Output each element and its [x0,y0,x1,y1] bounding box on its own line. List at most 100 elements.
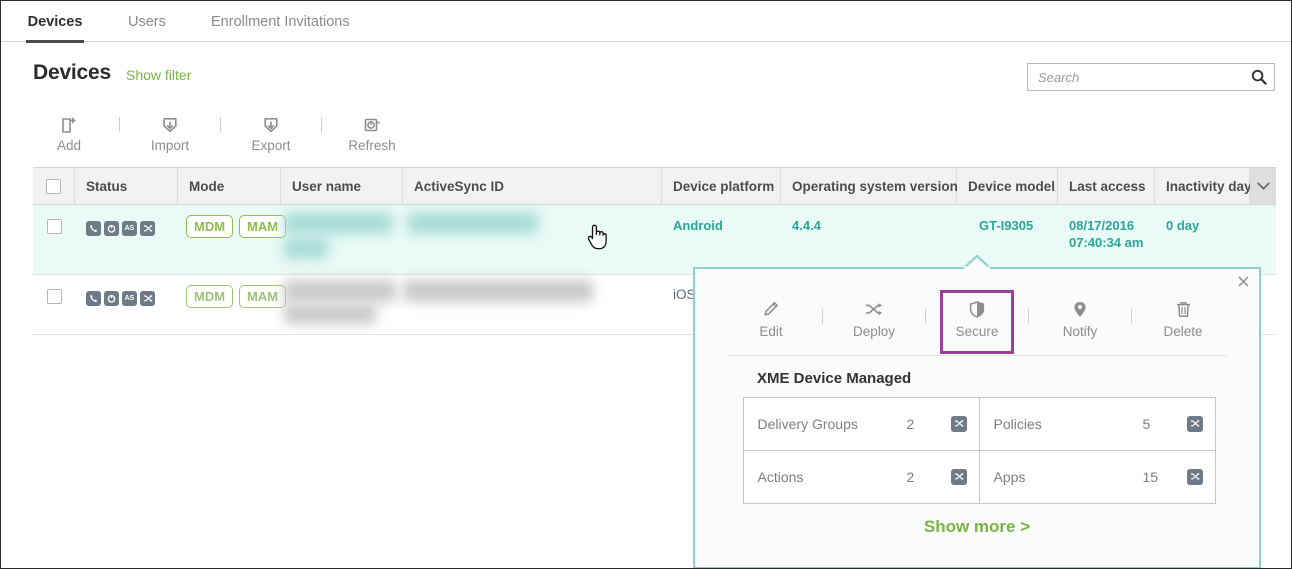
shuffle-icon [865,299,883,319]
status-icon-group: AS [86,219,155,236]
mode-badge-group: MDM MAM [186,285,286,308]
export-button[interactable]: Export [235,115,307,153]
row-checkbox[interactable] [47,289,62,304]
select-all-checkbox[interactable] [46,179,61,194]
card-label: Apps [994,469,1143,485]
column-header-last-access[interactable]: Last access [1058,168,1155,204]
tab-enrollment-invitations[interactable]: Enrollment Invitations [209,1,352,42]
card-label: Actions [758,469,907,485]
shuffle-icon [1187,416,1203,432]
last-access-time: 07:40:34 am [1069,234,1143,251]
card-apps[interactable]: Apps 15 [979,450,1216,504]
search-input[interactable] [1028,64,1244,90]
delete-button[interactable]: Delete [1149,293,1217,339]
popover-separator [822,309,823,324]
column-label: Device platform [673,179,774,194]
cell-last-access: 08/17/2016 07:40:34 am [1058,205,1155,274]
actions-toolbar: Add Import Export [33,115,408,159]
mode-badge-mdm: MDM [186,285,233,308]
column-header-status[interactable]: Status [75,168,178,204]
edit-button-label: Edit [759,324,782,339]
as-icon: AS [122,291,137,306]
column-label: Device model [968,179,1055,194]
devices-page: Devices Users Enrollment Invitations Dev… [0,0,1292,569]
shuffle-icon [1187,469,1203,485]
refresh-button[interactable]: Refresh [336,115,408,153]
show-more-link[interactable]: Show more > [695,517,1259,537]
tab-users[interactable]: Users [126,1,168,42]
row-select-cell[interactable] [33,205,75,274]
popover-close-button[interactable] [1234,272,1252,290]
popover-separator [1131,309,1132,324]
search-button[interactable] [1244,64,1274,90]
edit-button[interactable]: Edit [737,293,805,339]
popover-arrow [964,255,990,269]
card-label: Policies [994,416,1143,432]
cell-user-name [281,205,403,274]
column-header-device-platform[interactable]: Device platform [662,168,781,204]
page-title: Devices [33,61,111,85]
card-count: 2 [907,416,951,432]
popover-separator [925,309,926,324]
card-delivery-groups[interactable]: Delivery Groups 2 [743,397,980,451]
column-header-device-model[interactable]: Device model [957,168,1058,204]
column-header-os-version[interactable]: Operating system version [781,168,957,204]
column-chooser-button[interactable] [1250,168,1276,204]
cell-activesync-id [403,275,662,334]
column-label: Operating system version [792,179,958,194]
column-header-activesync-id[interactable]: ActiveSync ID [403,168,662,204]
shuffle-icon [140,291,155,306]
toolbar-separator [220,117,221,132]
import-icon [162,115,178,135]
add-button[interactable]: Add [33,115,105,153]
popover-separator [1028,309,1029,324]
refresh-button-label: Refresh [348,138,395,153]
column-label: Inactivity days [1166,179,1259,194]
column-header-inactivity-days[interactable]: Inactivity days [1155,168,1250,204]
redacted-activesync-id [408,212,538,234]
column-header-mode[interactable]: Mode [178,168,281,204]
shuffle-icon [951,469,967,485]
card-count: 15 [1143,469,1187,485]
import-button[interactable]: Import [134,115,206,153]
row-select-cell[interactable] [33,275,75,334]
popover-summary-cards: Delivery Groups 2 Policies 5 Actions 2 [743,397,1215,503]
card-policies[interactable]: Policies 5 [979,397,1216,451]
show-filter-link[interactable]: Show filter [126,67,191,83]
redacted-user-name-2 [284,237,328,259]
import-button-label: Import [151,138,189,153]
mode-badge-group: MDM MAM [186,215,286,238]
table-row[interactable]: AS MDM MAM Android 4.4.4 [33,205,1276,275]
shuffle-icon [140,221,155,236]
redacted-activesync-id [403,280,593,302]
mode-badge-mdm: MDM [186,215,233,238]
phone-icon [86,221,101,236]
select-all-header[interactable] [33,168,75,204]
add-button-label: Add [57,138,81,153]
tab-devices[interactable]: Devices [26,1,84,42]
cell-status: AS [75,275,178,334]
device-details-popover: Edit Deploy [693,267,1261,569]
column-label: Status [86,179,127,194]
row-checkbox[interactable] [47,219,62,234]
as-icon: AS [122,221,137,236]
popover-heading: XME Device Managed [757,370,911,387]
mode-badge-mam: MAM [239,215,286,238]
shuffle-icon [951,416,967,432]
tab-bar: Devices Users Enrollment Invitations [1,1,1292,42]
redacted-user-name [284,280,396,302]
delete-button-label: Delete [1163,324,1202,339]
notify-button[interactable]: Notify [1046,293,1114,339]
secure-button-label: Secure [956,324,999,339]
chevron-down-icon [1257,182,1270,191]
deploy-button-label: Deploy [853,324,895,339]
location-pin-icon [1073,299,1087,319]
deploy-button[interactable]: Deploy [840,293,908,339]
popover-divider [727,355,1227,356]
column-header-user-name[interactable]: User name [281,168,403,204]
cell-device-platform: Android [662,205,781,274]
secure-button[interactable]: Secure [943,293,1011,351]
redacted-user-name [284,212,392,234]
card-actions[interactable]: Actions 2 [743,450,980,504]
redacted-user-name-2 [284,304,376,324]
